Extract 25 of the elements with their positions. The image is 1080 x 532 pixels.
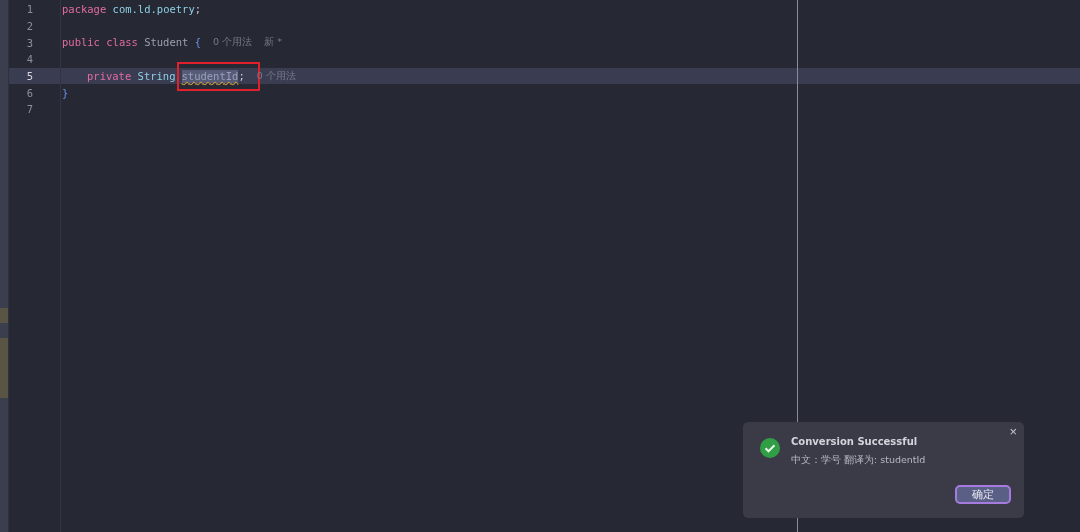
inlay-hint: 新 * bbox=[264, 36, 282, 50]
class-name-text: Student bbox=[144, 36, 189, 50]
line-number: 5 bbox=[25, 70, 33, 83]
line-number: 6 bbox=[25, 86, 33, 99]
line-number: 2 bbox=[25, 20, 33, 33]
check-icon bbox=[760, 438, 780, 458]
identifier-text: com.ld.poetry bbox=[112, 3, 195, 16]
brace-text: { bbox=[194, 36, 202, 50]
line-number: 7 bbox=[25, 103, 33, 116]
line-number: 1 bbox=[25, 3, 33, 16]
keyword-text: class bbox=[106, 36, 138, 50]
notification-title: Conversion Successful bbox=[791, 436, 919, 447]
brace-text: } bbox=[62, 86, 69, 99]
keyword-text: package bbox=[62, 3, 107, 16]
keyword-text: public bbox=[62, 36, 100, 50]
punctuation-text: ; bbox=[238, 69, 245, 83]
line-number: 4 bbox=[25, 53, 33, 66]
keyword-text: private bbox=[87, 69, 132, 83]
identifier-text: String bbox=[137, 69, 176, 83]
close-button[interactable]: × bbox=[1006, 424, 1020, 439]
line-number: 3 bbox=[25, 36, 33, 49]
confirm-button[interactable]: 确定 bbox=[955, 485, 1011, 504]
inlay-hint: 0 个用法 bbox=[213, 36, 253, 50]
punctuation-text: ; bbox=[194, 3, 202, 16]
notification-message: 中文：学号 翻译为: studentId bbox=[791, 454, 926, 467]
